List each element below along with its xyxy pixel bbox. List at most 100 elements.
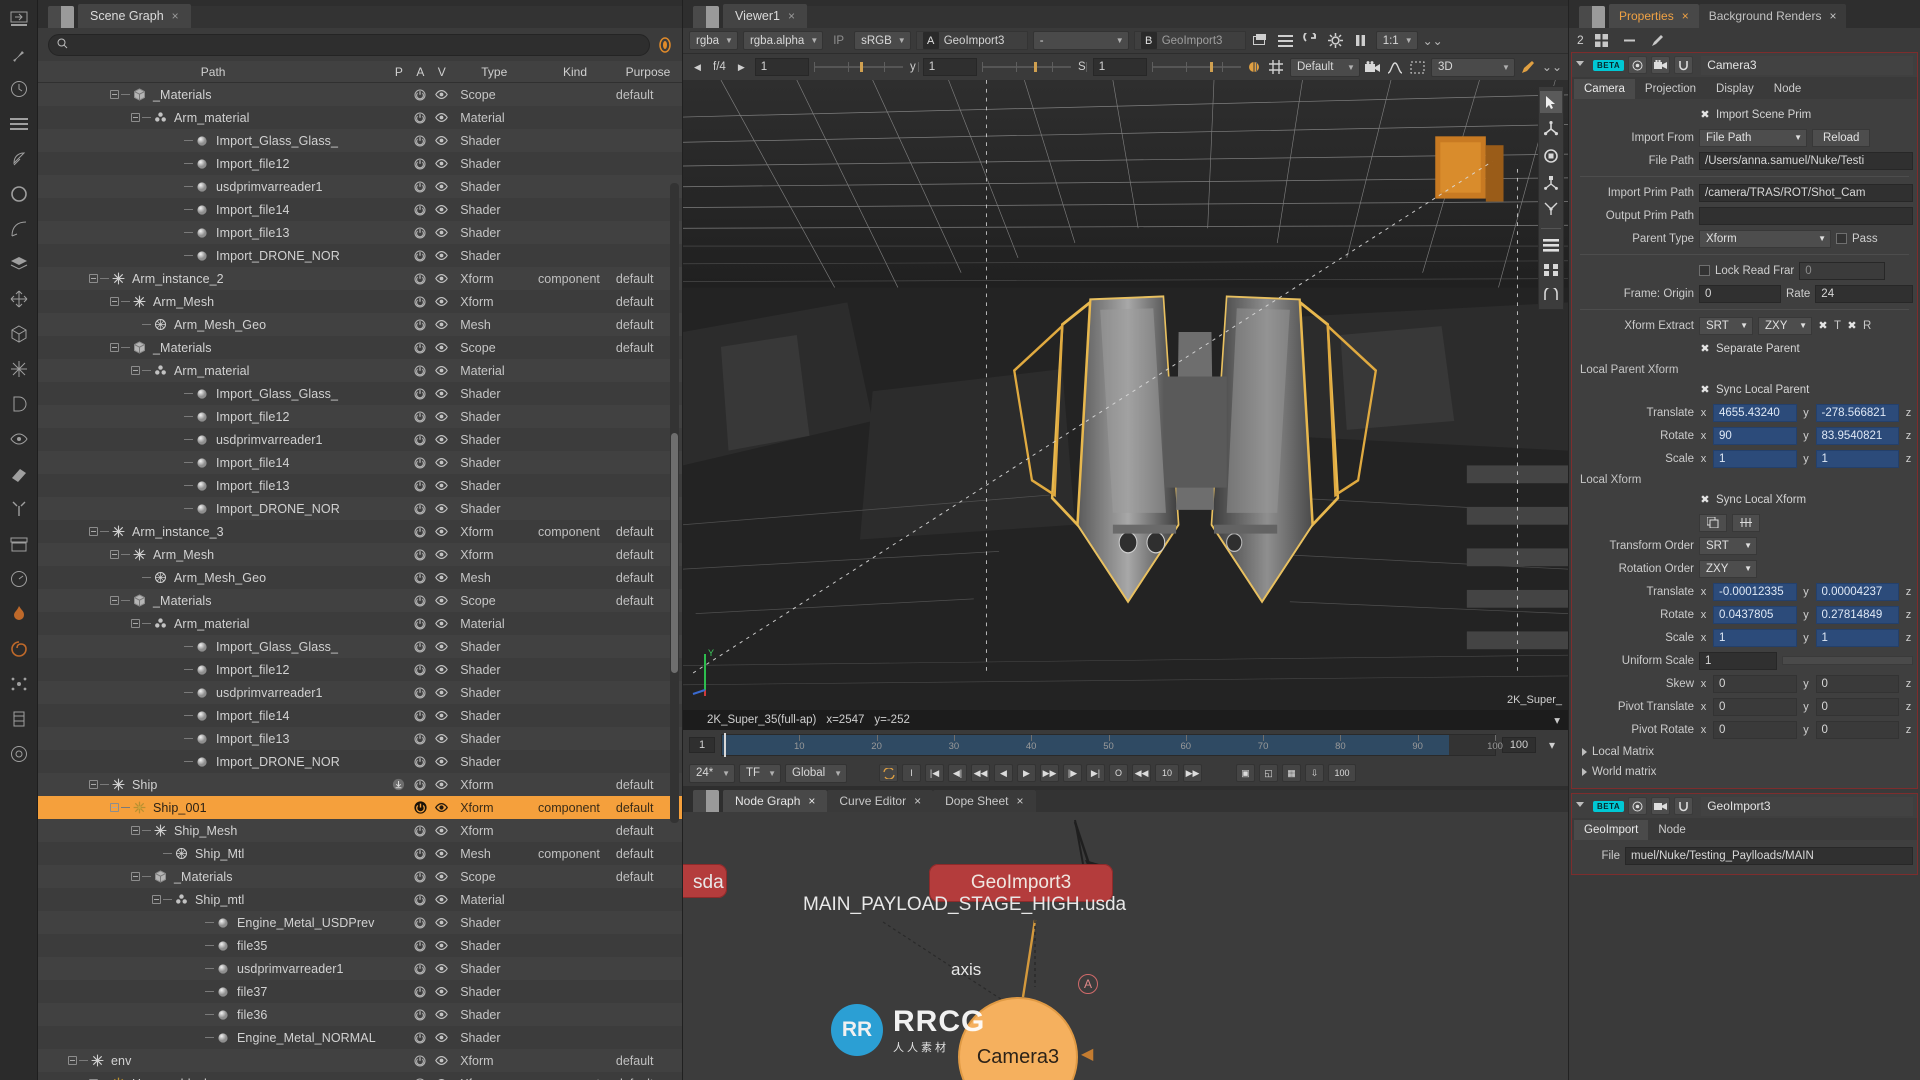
increment-input[interactable]: 10 <box>1155 764 1179 782</box>
stack-icon[interactable] <box>6 251 32 277</box>
close-icon[interactable]: × <box>1682 9 1689 23</box>
table-row[interactable]: Import_DRONE_NOR Shader <box>38 244 682 267</box>
timeline-expand-icon[interactable]: ▾ <box>1542 735 1562 755</box>
node-input-a-badge[interactable]: A <box>1078 974 1098 994</box>
tree-node-name-cell[interactable]: Ship_mtl <box>38 888 388 911</box>
column-kind[interactable]: Kind <box>536 65 614 79</box>
active-toggle[interactable] <box>409 594 430 607</box>
active-toggle[interactable] <box>409 203 430 216</box>
input-a-badge[interactable]: A <box>922 32 939 49</box>
xform-extract-t-checkbox[interactable]: ✖ <box>1817 319 1829 332</box>
tree-node-name-cell[interactable]: _Materials <box>38 589 388 612</box>
tree-expand-toggle[interactable] <box>86 773 100 796</box>
tree-expand-toggle[interactable] <box>107 796 121 819</box>
active-toggle[interactable] <box>409 548 430 561</box>
rotate-icon[interactable] <box>1543 148 1559 167</box>
active-toggle[interactable] <box>409 433 430 446</box>
pivot-rotate-x[interactable]: 0 <box>1713 720 1797 739</box>
scale-x[interactable]: 1 <box>1713 628 1797 647</box>
visibility-toggle[interactable] <box>431 411 452 422</box>
table-row[interactable]: file35 Shader <box>38 934 682 957</box>
table-row[interactable]: Import_Glass_Glass_ Shader <box>38 382 682 405</box>
table-row[interactable]: Arm_material Material <box>38 612 682 635</box>
active-toggle[interactable] <box>409 88 430 101</box>
geoimport-file-input[interactable]: muel/Nuke/Testing_Paylloads/MAIN <box>1625 846 1913 865</box>
lock-read-frame-checkbox[interactable] <box>1699 265 1710 276</box>
visibility-toggle[interactable] <box>431 135 452 146</box>
payload-flag[interactable] <box>388 778 409 791</box>
rotate-y[interactable]: 0.27814849 <box>1815 605 1899 624</box>
tab-viewer1[interactable]: Viewer1 × <box>723 4 807 28</box>
table-row[interactable]: env Xform default <box>38 1049 682 1072</box>
tree-expand-toggle[interactable] <box>86 520 100 543</box>
translate-x[interactable]: -0.00012335 <box>1713 582 1797 601</box>
ptab-camera[interactable]: Camera <box>1574 79 1635 99</box>
range-mode-dropdown[interactable]: Global ▼ <box>785 763 847 783</box>
tree-expand-toggle[interactable] <box>128 819 142 842</box>
viewer-mode-dropdown[interactable]: 3D ▼ <box>1430 57 1515 77</box>
parent-translate-x[interactable]: 4655.43240 <box>1713 403 1797 422</box>
saturation-slider[interactable] <box>1151 62 1257 72</box>
tab-node-graph[interactable]: Node Graph × <box>723 790 828 812</box>
fullsize-icon[interactable]: ▣ <box>1236 764 1255 782</box>
visibility-toggle[interactable] <box>431 250 452 261</box>
visibility-toggle[interactable] <box>431 434 452 445</box>
visibility-toggle[interactable] <box>431 779 452 790</box>
visibility-toggle[interactable] <box>431 89 452 100</box>
close-icon[interactable]: × <box>788 9 795 23</box>
visibility-toggle[interactable] <box>431 549 452 560</box>
tree-node-name-cell[interactable]: Arm_Mesh <box>38 290 388 313</box>
active-toggle[interactable] <box>409 272 430 285</box>
target-icon[interactable] <box>6 741 32 767</box>
gain-slider[interactable] <box>813 62 919 72</box>
tree-node-name-cell[interactable]: Arm_Mesh_Geo <box>38 313 388 336</box>
tree-expand-toggle[interactable] <box>128 359 142 382</box>
node-graph-panel-menu-icon[interactable] <box>693 790 719 812</box>
tree-node-name-cell[interactable]: usdprimvarreader1 <box>38 957 388 980</box>
tree-node-name-cell[interactable]: Arm_instance_2 <box>38 267 388 290</box>
tree-node-name-cell[interactable]: Import_file13 <box>38 474 388 497</box>
uniform-scale-slider[interactable] <box>1782 656 1913 665</box>
tree-node-name-cell[interactable]: usdprimvarreader1 <box>38 428 388 451</box>
fps-dropdown[interactable]: 24* ▼ <box>689 763 735 783</box>
visibility-toggle[interactable] <box>431 1009 452 1020</box>
table-row[interactable]: usdprimvarreader1 Shader <box>38 175 682 198</box>
visibility-toggle[interactable] <box>431 296 452 307</box>
magnet-icon[interactable] <box>1674 56 1694 74</box>
tree-node-name-cell[interactable]: Import_file12 <box>38 405 388 428</box>
uniform-scale-input[interactable]: 1 <box>1699 651 1777 670</box>
table-row[interactable]: Arm_Mesh Xform default <box>38 290 682 313</box>
viewer-canvas[interactable]: Y 2K_Super_ <box>683 80 1568 710</box>
tree-node-name-cell[interactable]: _Materials <box>38 336 388 359</box>
tree-node-name-cell[interactable]: Import_file13 <box>38 221 388 244</box>
gamma-input[interactable]: 1 <box>922 58 977 76</box>
clock-icon[interactable] <box>6 76 32 102</box>
camera-icon[interactable] <box>1651 56 1671 74</box>
visibility-toggle[interactable] <box>431 917 452 928</box>
bake-xform-button[interactable] <box>1732 513 1760 532</box>
xform-extract-order-dropdown[interactable]: SRT ▼ <box>1699 316 1753 335</box>
gear-icon[interactable] <box>1326 31 1346 51</box>
paint-brush-icon[interactable] <box>6 41 32 67</box>
wrench-icon[interactable] <box>6 496 32 522</box>
collapse-triangle-icon[interactable] <box>1576 60 1584 70</box>
visibility-toggle[interactable] <box>431 181 452 192</box>
flame-icon[interactable] <box>6 601 32 627</box>
tab-background-renders[interactable]: Background Renders × <box>1698 4 1847 28</box>
swirl-icon[interactable] <box>6 636 32 662</box>
close-icon[interactable]: × <box>172 9 179 23</box>
active-toggle[interactable] <box>409 939 430 952</box>
tree-node-name-cell[interactable]: Import_file14 <box>38 704 388 727</box>
chevron-double-down-icon[interactable]: ⌄⌄ <box>1423 31 1443 51</box>
table-row[interactable]: Import_file13 Shader <box>38 221 682 244</box>
select-arrow-icon[interactable] <box>1540 91 1562 113</box>
active-toggle[interactable] <box>409 1031 430 1044</box>
pen-icon[interactable] <box>1520 57 1537 77</box>
tree-node-name-cell[interactable]: Ship_001 <box>38 796 388 819</box>
tree-expand-toggle[interactable] <box>107 83 121 106</box>
node-graph-canvas[interactable]: sda GeoImport3 MAIN_PAYLOAD_STAGE_HIGH.u… <box>683 812 1568 1080</box>
import-scene-prim-checkbox[interactable]: ✖ <box>1699 108 1711 121</box>
row-world-matrix[interactable]: World matrix <box>1576 762 1913 782</box>
visibility-toggle[interactable] <box>431 871 452 882</box>
parent-rotate-y[interactable]: 83.9540821 <box>1815 426 1899 445</box>
